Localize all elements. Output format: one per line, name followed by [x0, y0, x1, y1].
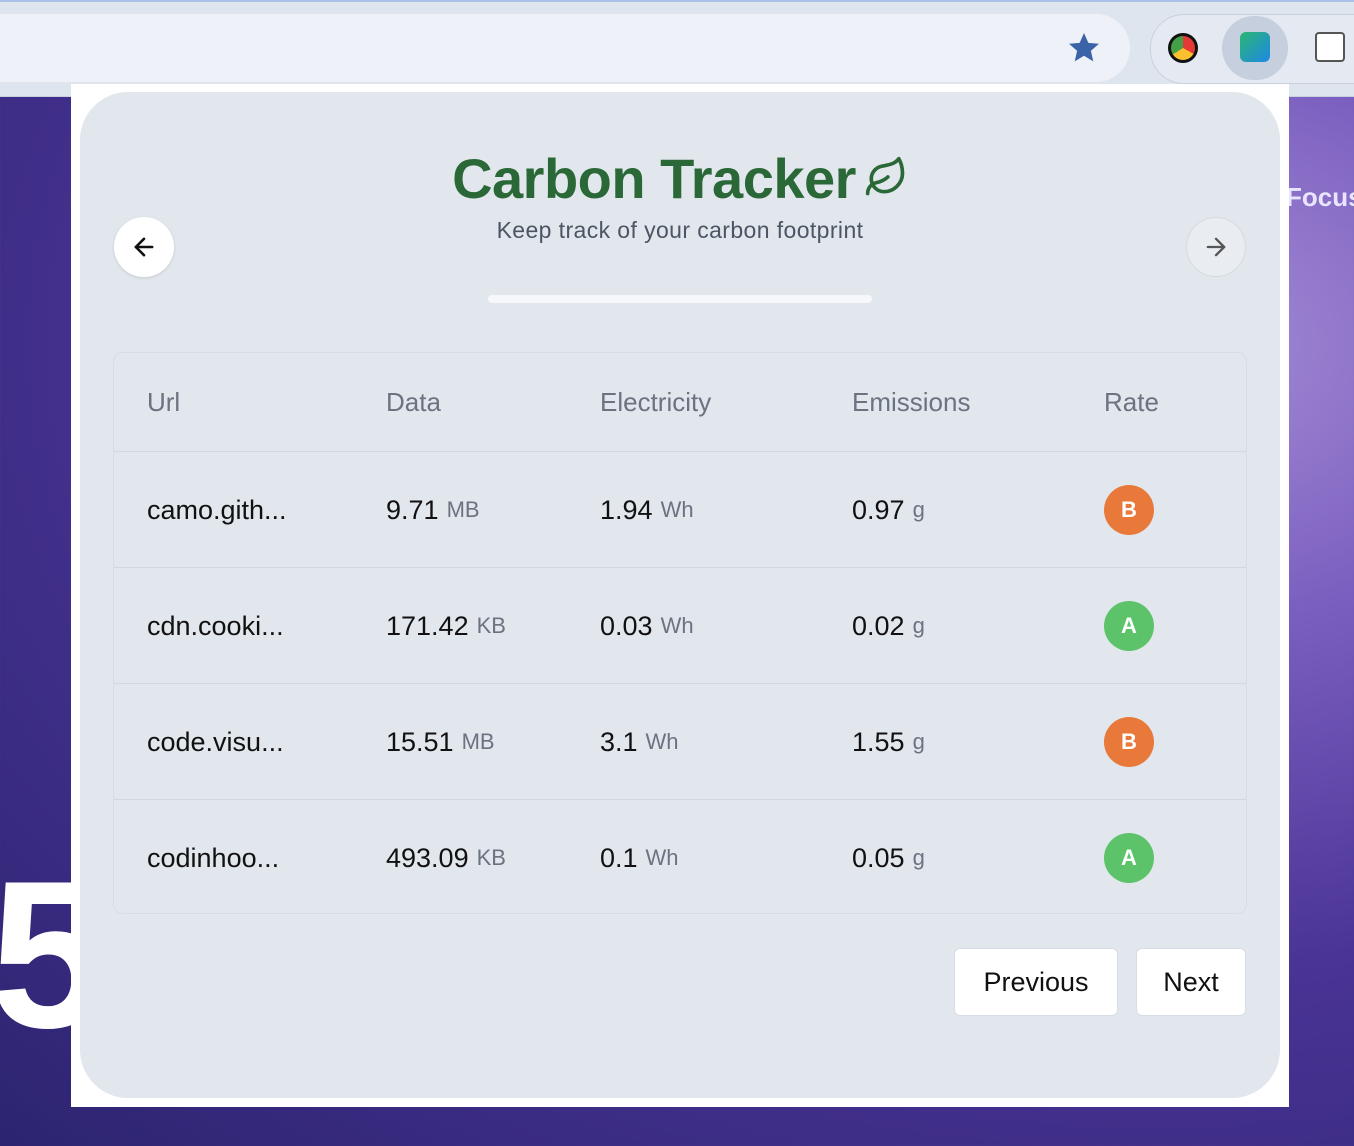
row-data-unit: KB — [476, 613, 506, 638]
table-row[interactable]: camo.gith... 9.71 MB 1.94 Wh 0.97 g B — [114, 451, 1246, 568]
star-icon[interactable] — [1066, 30, 1102, 66]
row-electricity-unit: Wh — [660, 613, 694, 638]
row-emissions-unit: g — [912, 845, 925, 870]
page-title: Carbon Tracker — [80, 146, 1280, 211]
row-url: codinhoo... — [147, 842, 280, 873]
row-data-unit: KB — [476, 845, 506, 870]
title-text: Carbon Tracker — [452, 147, 856, 210]
extension-color-icon[interactable] — [1168, 33, 1198, 63]
page-subtitle: Keep track of your carbon footprint — [496, 217, 864, 243]
table-row[interactable]: code.visu... 15.51 MB 3.1 Wh 1.55 g B — [114, 683, 1246, 800]
header-data[interactable]: Data — [386, 353, 441, 451]
row-url: cdn.cooki... — [147, 610, 284, 641]
rate-badge: B — [1104, 485, 1154, 535]
row-electricity-value: 1.94 — [600, 494, 653, 525]
arrow-left-icon — [134, 237, 154, 257]
row-url: camo.gith... — [147, 494, 287, 525]
row-data-value: 171.42 — [386, 610, 469, 641]
rate-badge: B — [1104, 717, 1154, 767]
row-data-value: 9.71 — [386, 494, 439, 525]
row-emissions-value: 0.97 — [852, 494, 905, 525]
extension-notes-icon[interactable] — [1315, 32, 1345, 62]
arrow-right-icon — [1206, 237, 1226, 257]
row-emissions-value: 0.05 — [852, 842, 905, 873]
row-emissions-unit: g — [912, 729, 925, 754]
row-emissions-value: 0.02 — [852, 610, 905, 641]
row-data-unit: MB — [446, 497, 480, 522]
usage-table: Url Data Electricity Emissions Rate camo… — [113, 352, 1247, 914]
rate-badge: A — [1104, 601, 1154, 651]
row-data-value: 15.51 — [386, 726, 454, 757]
leaf-icon — [865, 157, 905, 196]
row-data-value: 493.09 — [386, 842, 469, 873]
header-emissions[interactable]: Emissions — [852, 353, 970, 451]
row-emissions-value: 1.55 — [852, 726, 905, 757]
rate-badge: A — [1104, 833, 1154, 883]
extension-carbon-icon[interactable] — [1240, 32, 1270, 62]
previous-page-button[interactable]: Previous — [954, 948, 1118, 1016]
header-rate[interactable]: Rate — [1104, 353, 1159, 451]
background-page-text: Focus — [1286, 182, 1354, 212]
table-row[interactable]: codinhoo... 493.09 KB 0.1 Wh 0.05 g A — [114, 799, 1246, 916]
table-row[interactable]: cdn.cooki... 171.42 KB 0.03 Wh 0.02 g A — [114, 567, 1246, 684]
row-data-unit: MB — [461, 729, 495, 754]
row-emissions-unit: g — [912, 613, 925, 638]
next-page-button[interactable]: Next — [1136, 948, 1246, 1016]
table-header: Url Data Electricity Emissions Rate — [114, 353, 1246, 451]
row-electricity-value: 0.03 — [600, 610, 653, 641]
header-url[interactable]: Url — [147, 353, 180, 451]
header-electricity[interactable]: Electricity — [600, 353, 711, 451]
address-bar[interactable] — [0, 14, 1130, 82]
back-button[interactable] — [114, 217, 174, 277]
row-electricity-value: 0.1 — [600, 842, 638, 873]
progress-bar-fill — [488, 295, 872, 303]
extension-popup: Carbon Tracker Keep track of your carbon… — [80, 92, 1280, 1098]
row-electricity-unit: Wh — [645, 845, 679, 870]
forward-button[interactable] — [1186, 217, 1246, 277]
row-url: code.visu... — [147, 726, 284, 757]
progress-bar — [488, 295, 872, 303]
row-emissions-unit: g — [912, 497, 925, 522]
row-electricity-unit: Wh — [645, 729, 679, 754]
browser-toolbar — [0, 0, 1354, 97]
row-electricity-value: 3.1 — [600, 726, 638, 757]
row-electricity-unit: Wh — [660, 497, 694, 522]
